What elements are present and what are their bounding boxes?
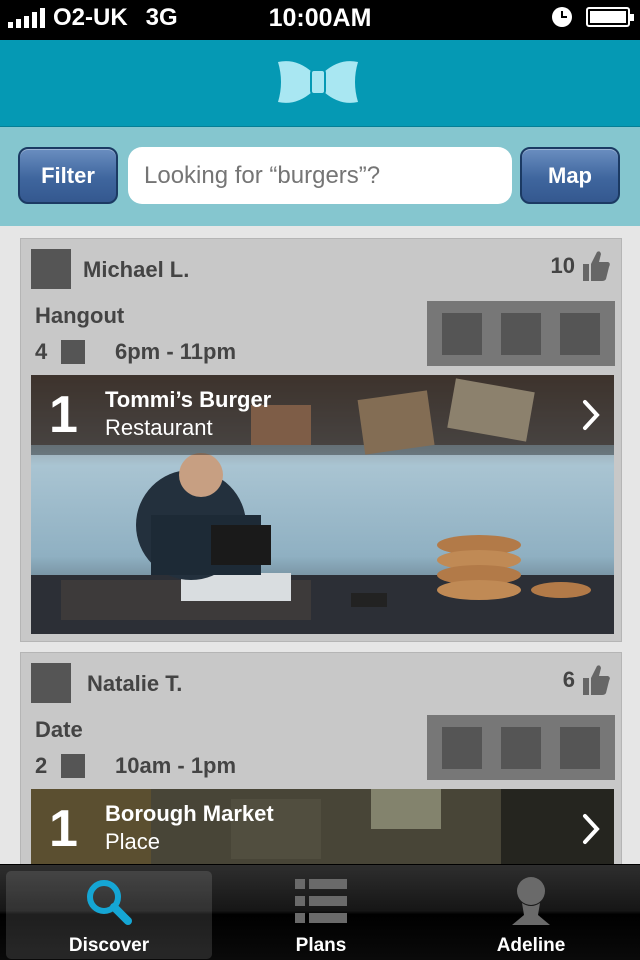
status-bar: O2-UK 3G 10:00AM <box>0 0 640 40</box>
place-rank: 1 <box>49 800 78 858</box>
user-name[interactable]: Natalie T. <box>87 671 182 697</box>
map-button[interactable]: Map <box>520 147 620 204</box>
search-input[interactable] <box>128 147 512 204</box>
tab-label: Plans <box>295 935 347 956</box>
member-avatar[interactable] <box>442 312 483 355</box>
tab-label: Discover <box>68 935 150 956</box>
search-icon <box>87 880 132 925</box>
filter-button[interactable]: Filter <box>18 147 118 204</box>
plans-feed[interactable]: Michael L. 10 Hangout 4 6pm - 11pm 1 Tom… <box>0 226 640 864</box>
user-name[interactable]: Michael L. <box>83 257 189 283</box>
member-avatar[interactable] <box>500 726 541 769</box>
people-icon <box>61 340 85 364</box>
place-type: Restaurant <box>105 415 213 440</box>
plan-card[interactable]: Natalie T. 6 Date 2 10am - 1pm 1 Borough… <box>20 652 622 864</box>
tab-label: Adeline <box>496 935 566 956</box>
like-count-value: 6 <box>562 667 575 692</box>
avatar[interactable] <box>31 663 71 703</box>
plan-type: Date <box>35 717 83 742</box>
list-icon <box>295 879 347 923</box>
like-count-value: 10 <box>550 253 575 278</box>
place-name[interactable]: Borough Market <box>105 801 274 827</box>
time-range: 6pm - 11pm <box>115 339 237 364</box>
member-avatar[interactable] <box>559 726 600 769</box>
thumbs-up-icon[interactable] <box>581 663 611 697</box>
member-avatar[interactable] <box>559 312 600 355</box>
place-rank: 1 <box>49 386 78 444</box>
thumbs-up-icon[interactable] <box>581 249 611 283</box>
place-photo[interactable]: 1 Tommi’s Burger Restaurant <box>31 375 614 634</box>
search-bar: Filter Map <box>0 127 640 226</box>
plan-meta: 2 10am - 1pm <box>35 753 236 779</box>
place-photo[interactable]: 1 Borough Market Place <box>31 789 614 864</box>
member-avatar[interactable] <box>442 726 483 769</box>
app-header <box>0 40 640 127</box>
place-overlay[interactable]: 1 Tommi’s Burger Restaurant <box>31 375 614 455</box>
battery-icon <box>586 7 634 27</box>
bowtie-logo-icon <box>278 61 358 103</box>
place-overlay[interactable]: 1 Borough Market Place <box>31 789 614 864</box>
member-avatars <box>427 715 615 780</box>
people-count: 2 <box>35 753 48 778</box>
chevron-right-icon[interactable] <box>582 399 600 431</box>
time-range: 10am - 1pm <box>115 753 237 778</box>
chevron-right-icon[interactable] <box>582 813 600 845</box>
tab-discover[interactable]: Discover <box>6 871 212 959</box>
status-time: 10:00AM <box>268 4 372 32</box>
plan-meta: 4 6pm - 11pm <box>35 339 236 365</box>
plan-type: Hangout <box>35 303 125 328</box>
like-count[interactable]: 6 <box>563 663 611 697</box>
tab-adeline[interactable]: Adeline <box>428 871 634 959</box>
avatar[interactable] <box>31 249 71 289</box>
place-type: Place <box>105 829 161 854</box>
person-icon <box>512 877 550 925</box>
member-avatar[interactable] <box>500 312 541 355</box>
people-icon <box>61 754 85 778</box>
alarm-clock-icon <box>552 7 572 27</box>
plan-card[interactable]: Michael L. 10 Hangout 4 6pm - 11pm 1 Tom… <box>20 238 622 642</box>
people-count: 4 <box>35 339 48 364</box>
member-avatars <box>427 301 615 366</box>
place-name[interactable]: Tommi’s Burger <box>105 387 271 413</box>
tab-plans[interactable]: Plans <box>218 871 424 959</box>
like-count[interactable]: 10 <box>551 249 611 283</box>
tab-bar: Discover Plans Adeline <box>0 864 640 960</box>
